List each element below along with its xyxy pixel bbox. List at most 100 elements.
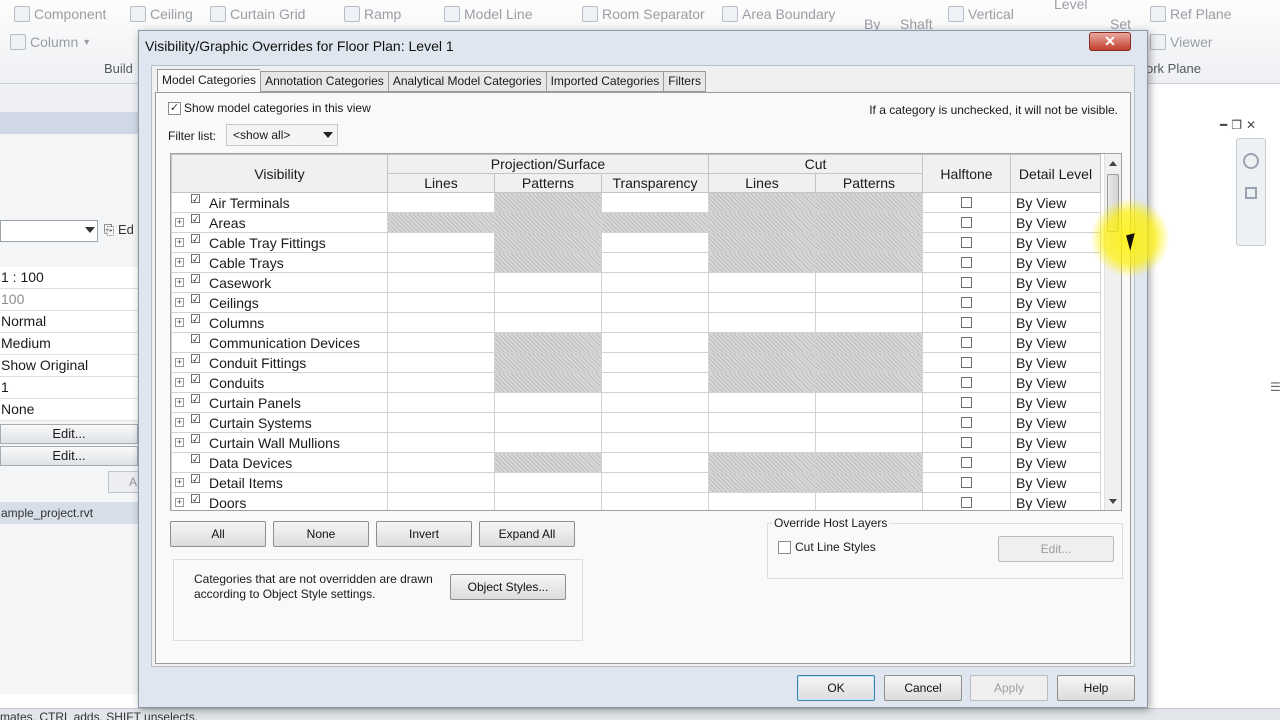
- halftone-checkbox[interactable]: [961, 197, 972, 208]
- all-button[interactable]: All: [170, 521, 266, 547]
- detail-level-cell[interactable]: By View: [1010, 212, 1101, 233]
- projection-patterns-cell[interactable]: [494, 492, 602, 510]
- cut-lines-cell[interactable]: [708, 292, 816, 313]
- detail-level-cell[interactable]: By View: [1010, 252, 1101, 273]
- expand-all-button[interactable]: Expand All: [479, 521, 575, 547]
- project-browser-item[interactable]: ample_project.rvt: [0, 502, 138, 524]
- category-row[interactable]: + ☑ Doors By View: [171, 492, 1101, 510]
- cut-lines-cell[interactable]: [708, 392, 816, 413]
- visibility-checkbox[interactable]: ☑: [190, 274, 202, 286]
- halftone-checkbox[interactable]: [961, 297, 972, 308]
- projection-lines-cell[interactable]: [387, 312, 495, 333]
- detail-level-cell[interactable]: By View: [1010, 232, 1101, 253]
- canvas-window-controls[interactable]: ━❐✕: [1220, 118, 1260, 132]
- category-name-cell[interactable]: ☑ Data Devices: [171, 452, 388, 473]
- cut-patterns-cell[interactable]: [815, 312, 923, 333]
- color-scheme-value[interactable]: None: [0, 399, 138, 421]
- navigation-bar[interactable]: [1236, 138, 1266, 246]
- expand-icon[interactable]: +: [175, 358, 184, 367]
- transparency-cell[interactable]: [601, 192, 709, 213]
- ok-button[interactable]: OK: [797, 675, 875, 701]
- projection-patterns-cell[interactable]: [494, 292, 602, 313]
- transparency-cell[interactable]: [601, 332, 709, 353]
- expand-icon[interactable]: +: [175, 318, 184, 327]
- category-name-cell[interactable]: + ☑ Curtain Panels: [171, 392, 388, 413]
- viewer-tool[interactable]: Viewer: [1150, 34, 1213, 50]
- properties-apply-button[interactable]: A: [108, 471, 140, 493]
- projection-lines-cell[interactable]: [387, 232, 495, 253]
- category-name-cell[interactable]: + ☑ Ceilings: [171, 292, 388, 313]
- help-button[interactable]: Help: [1057, 675, 1135, 701]
- visibility-checkbox[interactable]: ☑: [190, 214, 202, 226]
- projection-patterns-header[interactable]: Patterns: [494, 173, 602, 193]
- category-row[interactable]: ☑ Communication Devices By View: [171, 332, 1101, 353]
- cut-lines-cell[interactable]: [708, 312, 816, 333]
- category-row[interactable]: + ☑ Casework By View: [171, 272, 1101, 293]
- visibility-checkbox[interactable]: ☑: [190, 354, 202, 366]
- detail-level-cell[interactable]: By View: [1010, 432, 1101, 453]
- transparency-cell[interactable]: [601, 472, 709, 493]
- visibility-checkbox[interactable]: ☑: [190, 474, 202, 486]
- transparency-cell[interactable]: [601, 432, 709, 453]
- tab-model-categories[interactable]: Model Categories: [157, 69, 261, 92]
- expand-icon[interactable]: +: [175, 438, 184, 447]
- cut-patterns-cell[interactable]: [815, 412, 923, 433]
- override-edit-button[interactable]: Edit...: [998, 536, 1114, 562]
- visibility-checkbox[interactable]: ☑: [190, 414, 202, 426]
- ramp-tool[interactable]: Ramp: [344, 6, 401, 22]
- visibility-checkbox[interactable]: ☑: [190, 434, 202, 446]
- projection-lines-cell[interactable]: [387, 272, 495, 293]
- category-row[interactable]: + ☑ Cable Trays By View: [171, 252, 1101, 273]
- halftone-checkbox[interactable]: [961, 417, 972, 428]
- projection-lines-cell[interactable]: [387, 392, 495, 413]
- halftone-checkbox[interactable]: [961, 237, 972, 248]
- checkbox-icon[interactable]: [778, 540, 791, 554]
- tab-filters[interactable]: Filters: [663, 71, 706, 92]
- area-boundary-tool[interactable]: Area Boundary: [722, 6, 835, 22]
- visibility-checkbox[interactable]: ☑: [190, 294, 202, 306]
- display-model-value[interactable]: Normal: [0, 311, 138, 333]
- projection-lines-cell[interactable]: [387, 252, 495, 273]
- halftone-checkbox[interactable]: [961, 377, 972, 388]
- visibility-checkbox[interactable]: ☑: [190, 314, 202, 326]
- category-name-cell[interactable]: + ☑ Doors: [171, 492, 388, 510]
- view-scale-value[interactable]: 1 : 100: [0, 267, 138, 289]
- projection-patterns-cell[interactable]: [494, 272, 602, 293]
- transparency-cell[interactable]: [601, 252, 709, 273]
- expand-icon[interactable]: +: [175, 478, 184, 487]
- zoom-icon[interactable]: [1245, 187, 1257, 199]
- close-button[interactable]: ✕: [1089, 32, 1131, 51]
- detail-level-cell[interactable]: By View: [1010, 332, 1101, 353]
- graphic-display-edit-button[interactable]: Edit...: [0, 446, 138, 466]
- detail-level-cell[interactable]: By View: [1010, 312, 1101, 333]
- category-row[interactable]: + ☑ Cable Tray Fittings By View: [171, 232, 1101, 253]
- column-tool[interactable]: Column ▼: [10, 34, 91, 50]
- detail-level-cell[interactable]: By View: [1010, 452, 1101, 473]
- projection-lines-cell[interactable]: [387, 412, 495, 433]
- expand-icon[interactable]: +: [175, 498, 184, 507]
- vg-overrides-edit-button[interactable]: Edit...: [0, 424, 138, 444]
- halftone-column-header[interactable]: Halftone: [922, 154, 1011, 193]
- cut-lines-cell[interactable]: [708, 272, 816, 293]
- category-row[interactable]: + ☑ Areas By View: [171, 212, 1101, 233]
- visibility-checkbox[interactable]: ☑: [190, 194, 202, 206]
- projection-lines-cell[interactable]: [387, 492, 495, 510]
- category-name-cell[interactable]: + ☑ Curtain Systems: [171, 412, 388, 433]
- cut-patterns-cell[interactable]: [815, 292, 923, 313]
- steering-wheel-icon[interactable]: [1243, 153, 1259, 169]
- invert-button[interactable]: Invert: [376, 521, 472, 547]
- detail-level-cell[interactable]: By View: [1010, 492, 1101, 510]
- halftone-checkbox[interactable]: [961, 217, 972, 228]
- category-row[interactable]: + ☑ Columns By View: [171, 312, 1101, 333]
- apply-button[interactable]: Apply: [970, 675, 1048, 701]
- category-row[interactable]: + ☑ Curtain Systems By View: [171, 412, 1101, 433]
- cut-patterns-cell[interactable]: [815, 432, 923, 453]
- category-name-cell[interactable]: + ☑ Cable Trays: [171, 252, 388, 273]
- room-separator-tool[interactable]: Room Separator: [582, 6, 705, 22]
- transparency-cell[interactable]: [601, 392, 709, 413]
- expand-icon[interactable]: +: [175, 278, 184, 287]
- detail-level-cell[interactable]: By View: [1010, 472, 1101, 493]
- visibility-checkbox[interactable]: ☑: [190, 454, 202, 466]
- category-row[interactable]: + ☑ Conduit Fittings By View: [171, 352, 1101, 373]
- parts-visibility-value[interactable]: Show Original: [0, 355, 138, 377]
